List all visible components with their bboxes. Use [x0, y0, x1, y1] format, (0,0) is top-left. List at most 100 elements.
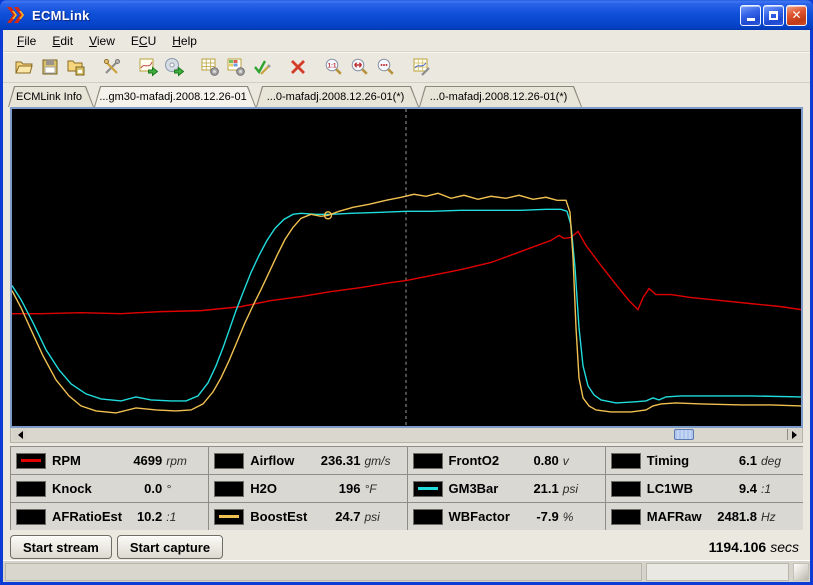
map-settings-icon — [226, 57, 246, 77]
minimize-button[interactable] — [740, 5, 761, 26]
boostest-swatch — [214, 509, 244, 525]
toolbar-cd-export-button[interactable] — [161, 54, 187, 80]
toolbar-separator — [187, 67, 197, 68]
capture-time-unit: secs — [770, 539, 799, 555]
menubar: File Edit View ECU Help — [3, 30, 810, 52]
toolbar-folder-disk-button[interactable] — [63, 54, 89, 80]
gm3bar-swatch — [413, 481, 443, 497]
zoom-actual-icon: 1:1 — [324, 57, 344, 77]
toolbar-graph-tools-button[interactable] — [409, 54, 435, 80]
client-area: File Edit View ECU Help — [3, 30, 810, 582]
menu-edit[interactable]: Edit — [44, 31, 81, 51]
tab-ecmlink-info[interactable]: ECMLink Info — [8, 86, 94, 107]
tab-log-3[interactable]: ...0-mafadj.2008.12.26-01(*) — [419, 86, 582, 107]
maximize-button[interactable] — [763, 5, 784, 26]
wbfactor-swatch — [413, 509, 443, 525]
status-panel-right — [646, 563, 789, 581]
airflow-swatch — [214, 453, 244, 469]
toolbar-separator — [399, 67, 409, 68]
knock-swatch — [16, 481, 46, 497]
control-row: Start stream Start capture 1194.106secs — [10, 534, 803, 560]
grid-cell-mafraw[interactable]: MAFRaw2481.8Hz — [606, 503, 803, 530]
close-icon: ✕ — [791, 9, 801, 21]
scroll-right-button[interactable] — [787, 429, 801, 440]
toolbar: 1:1 — [3, 52, 810, 83]
toolbar-image-export-button[interactable] — [135, 54, 161, 80]
grid-cell-afratioest[interactable]: AFRatioEst10.2:1 — [11, 503, 208, 530]
image-export-icon — [138, 57, 158, 77]
toolbar-open-file-button[interactable] — [11, 54, 37, 80]
capture-time-value: 1194.106 — [709, 539, 767, 555]
start-stream-button[interactable]: Start stream — [10, 535, 112, 559]
scroll-left-button[interactable] — [13, 429, 27, 440]
resize-grip[interactable] — [793, 563, 809, 581]
parameter-grid: RPM4699rpm Airflow236.31gm/s FrontO20.80… — [10, 446, 803, 530]
statusbar — [3, 560, 810, 582]
grid-cell-fronto2[interactable]: FrontO20.80v — [408, 447, 605, 474]
save-file-icon — [40, 57, 60, 77]
close-button[interactable]: ✕ — [786, 5, 807, 26]
grid-cell-lc1wb[interactable]: LC1WB9.4:1 — [606, 475, 803, 502]
chart-scrollbar[interactable] — [10, 428, 803, 443]
rpm-swatch — [16, 453, 46, 469]
afratioest-swatch — [16, 509, 46, 525]
start-capture-button[interactable]: Start capture — [117, 535, 223, 559]
open-file-icon — [14, 57, 34, 77]
arrow-right-icon — [792, 431, 797, 439]
tools-icon — [102, 57, 122, 77]
toolbar-zoom-custom-button[interactable] — [373, 54, 399, 80]
menu-ecu[interactable]: ECU — [123, 31, 164, 51]
toolbar-zoom-actual-button[interactable]: 1:1 — [321, 54, 347, 80]
folder-disk-icon — [66, 57, 86, 77]
toolbar-table-settings-button[interactable] — [197, 54, 223, 80]
toolbar-save-file-button[interactable] — [37, 54, 63, 80]
capture-time: 1194.106secs — [709, 539, 803, 555]
toolbar-zoom-horizontal-button[interactable] — [347, 54, 373, 80]
chart-panel[interactable] — [10, 107, 803, 428]
toolbar-map-settings-button[interactable] — [223, 54, 249, 80]
arrow-left-icon — [18, 431, 23, 439]
delete-x-icon — [288, 57, 308, 77]
table-settings-icon — [200, 57, 220, 77]
chart-svg[interactable] — [12, 109, 801, 426]
toolbar-separator — [89, 67, 99, 68]
graph-tools-icon — [412, 57, 432, 77]
toolbar-separator — [311, 67, 321, 68]
maximize-icon — [769, 11, 778, 20]
grid-cell-timing[interactable]: Timing6.1deg — [606, 447, 803, 474]
zoom-custom-icon — [376, 57, 396, 77]
grid-cell-gm3bar[interactable]: GM3Bar21.1psi — [408, 475, 605, 502]
status-panel-left — [5, 563, 642, 581]
check-tool-icon — [252, 57, 272, 77]
grid-cell-rpm[interactable]: RPM4699rpm — [11, 447, 208, 474]
scrollbar-thumb[interactable] — [674, 429, 694, 440]
h2o-swatch — [214, 481, 244, 497]
timing-swatch — [611, 453, 641, 469]
menu-view[interactable]: View — [81, 31, 123, 51]
zoom-horizontal-icon — [350, 57, 370, 77]
titlebar[interactable]: ECMLink ✕ — [0, 0, 813, 30]
minimize-icon — [747, 18, 755, 21]
toolbar-apply-check-button[interactable] — [249, 54, 275, 80]
window-title: ECMLink — [32, 8, 90, 23]
grid-cell-knock[interactable]: Knock0.0° — [11, 475, 208, 502]
toolbar-separator — [125, 67, 135, 68]
toolbar-separator — [275, 67, 285, 68]
mafraw-swatch — [611, 509, 641, 525]
app-logo-icon — [6, 6, 26, 24]
svg-text:1:1: 1:1 — [328, 63, 337, 69]
toolbar-delete-button[interactable] — [285, 54, 311, 80]
grid-cell-boostest[interactable]: BoostEst24.7psi — [209, 503, 406, 530]
tab-log-2[interactable]: ...0-mafadj.2008.12.26-01(*) — [256, 86, 419, 107]
tab-log-1[interactable]: ...gm30-mafadj.2008.12.26-01 — [94, 86, 256, 107]
lc1wb-swatch — [611, 481, 641, 497]
menu-file[interactable]: File — [9, 31, 44, 51]
menu-help[interactable]: Help — [164, 31, 205, 51]
fronto2-swatch — [413, 453, 443, 469]
grid-cell-wbfactor[interactable]: WBFactor-7.9% — [408, 503, 605, 530]
app-window: ECMLink ✕ File Edit View ECU Help — [0, 0, 813, 585]
toolbar-tools-button[interactable] — [99, 54, 125, 80]
grid-cell-airflow[interactable]: Airflow236.31gm/s — [209, 447, 406, 474]
tabbar: ECMLink Info ...gm30-mafadj.2008.12.26-0… — [3, 83, 810, 107]
grid-cell-h2o[interactable]: H2O196°F — [209, 475, 406, 502]
